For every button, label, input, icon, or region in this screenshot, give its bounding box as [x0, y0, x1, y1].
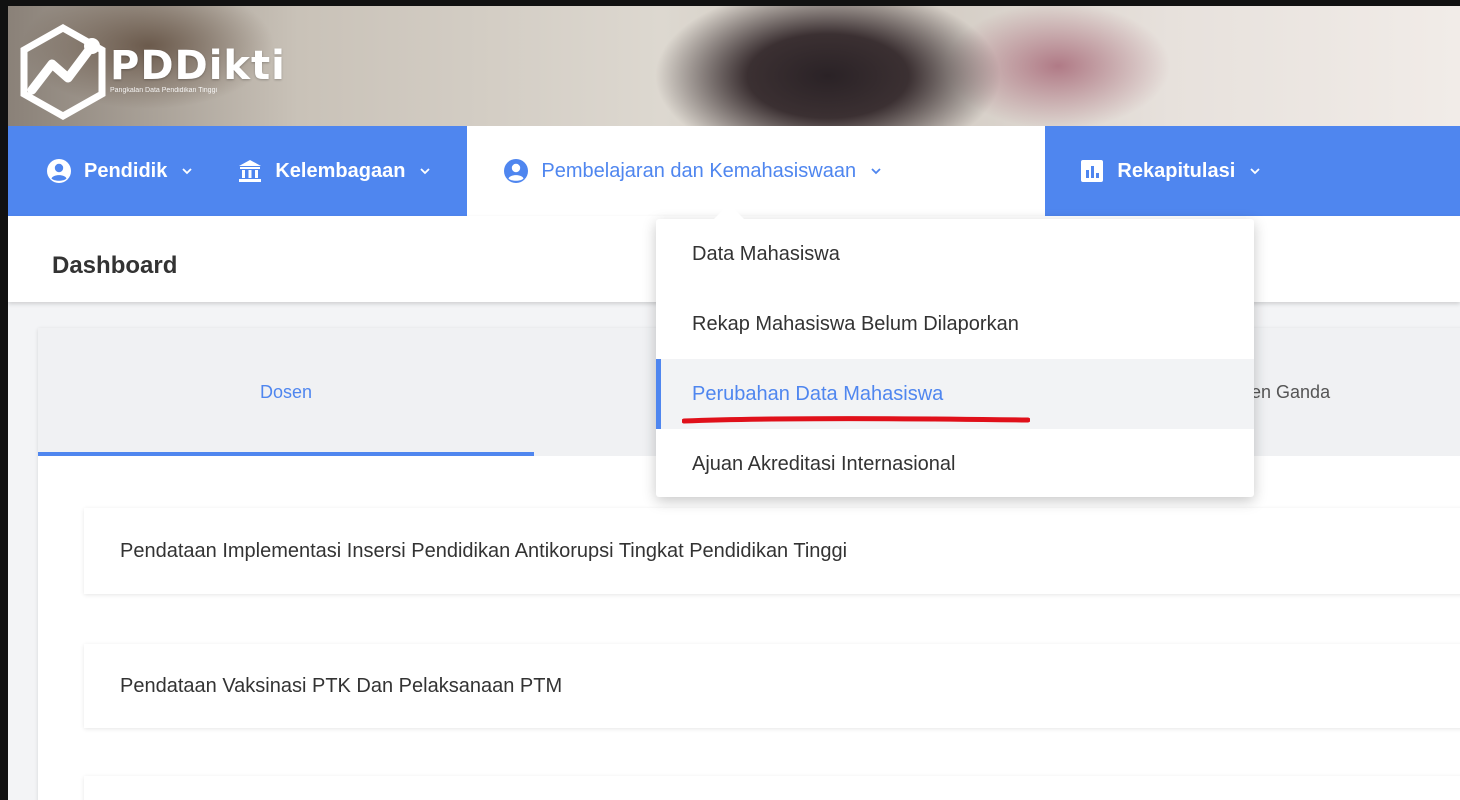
chevron-down-icon	[182, 168, 192, 175]
list-item-label: Pendataan Vaksinasi PTK Dan Pelaksanaan …	[120, 674, 563, 697]
chevron-down-icon	[871, 168, 881, 175]
user-circle-icon	[47, 159, 71, 183]
nav-item-rekapitulasi[interactable]: Rekapitulasi	[1045, 126, 1261, 216]
pddikti-logo-icon	[20, 24, 106, 120]
dropdown-caret	[712, 204, 746, 221]
brand-tagline: Pangkalan Data Pendidikan Tinggi	[110, 86, 218, 94]
bar-chart-icon	[1081, 160, 1104, 182]
active-tab-indicator	[38, 452, 534, 456]
nav-item-label: Pendidik	[84, 159, 168, 182]
page-title: Dashboard	[52, 252, 178, 279]
nav-item-pembelajaran[interactable]: Pembelajaran dan Kemahasiswaan	[467, 126, 1046, 216]
list-item-label: Pendataan Implementasi Insersi Pendidika…	[120, 539, 848, 562]
logo[interactable]: PDDikti Pangkalan Data Pendidikan Tinggi	[18, 24, 286, 120]
nav-item-kelembagaan[interactable]: Kelembagaan	[193, 126, 431, 216]
chevron-down-icon	[1250, 168, 1260, 175]
menu-item-label: Rekap Mahasiswa Belum Dilaporkan	[692, 312, 1019, 335]
menu-item-label: Perubahan Data Mahasiswa	[692, 382, 944, 405]
annotation-underline	[682, 416, 1030, 424]
institution-icon	[239, 160, 262, 182]
header-banner: PDDikti Pangkalan Data Pendidikan Tinggi	[8, 6, 1460, 126]
menu-item-rekap-mahasiswa[interactable]: Rekap Mahasiswa Belum Dilaporkan	[656, 289, 1254, 359]
user-circle-icon	[504, 159, 529, 183]
app-window: PDDikti Pangkalan Data Pendidikan Tinggi…	[0, 0, 1460, 800]
nav-item-pendidik[interactable]: Pendidik	[8, 126, 193, 216]
tab-dosen[interactable]: Dosen	[38, 328, 534, 456]
nav-item-label: Rekapitulasi	[1117, 159, 1236, 182]
list-item[interactable]	[84, 776, 1460, 800]
list-item[interactable]: Pendataan Implementasi Insersi Pendidika…	[84, 508, 1460, 594]
menu-item-data-mahasiswa[interactable]: Data Mahasiswa	[656, 219, 1254, 289]
dropdown-menu-pembelajaran: Data Mahasiswa Rekap Mahasiswa Belum Dil…	[656, 219, 1254, 497]
tab-label: Dosen	[259, 381, 313, 402]
menu-item-ajuan-akreditasi[interactable]: Ajuan Akreditasi Internasional	[656, 429, 1254, 499]
nav-item-label: Pembelajaran dan Kemahasiswaan	[541, 159, 857, 182]
brand-name: PDDikti	[110, 42, 286, 89]
list-item[interactable]: Pendataan Vaksinasi PTK Dan Pelaksanaan …	[84, 644, 1460, 728]
menu-item-label: Ajuan Akreditasi Internasional	[692, 452, 956, 475]
chevron-down-icon	[420, 168, 431, 175]
main-nav: Pendidik Kelembagaan Pembelajaran dan Ke…	[8, 126, 1460, 216]
menu-item-label: Data Mahasiswa	[692, 242, 840, 265]
nav-item-label: Kelembagaan	[275, 159, 406, 182]
